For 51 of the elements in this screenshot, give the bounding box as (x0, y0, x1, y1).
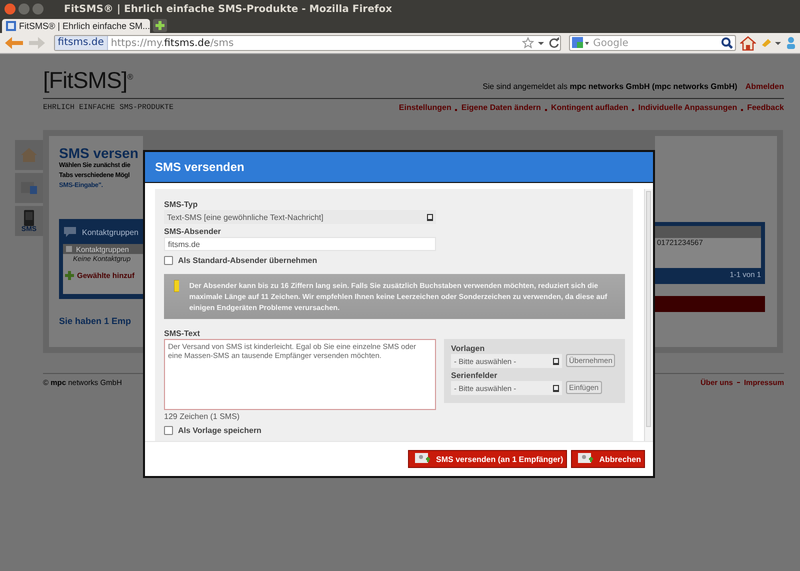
page-heading: SMS versen (59, 145, 140, 161)
window-title: FitSMS® | Ehrlich einfache SMS-Produkte - Mozilla Firefox (64, 4, 392, 14)
recipient-summary: Sie haben 1 Emp (59, 316, 132, 326)
checkbox[interactable] (66, 246, 72, 252)
search-field[interactable]: Google (569, 35, 736, 51)
reload-icon[interactable] (548, 37, 560, 49)
person-add-icon (415, 453, 432, 465)
character-counter: 129 Zeichen (1 SMS) (164, 412, 241, 421)
field-label: SMS-Typ (164, 200, 199, 209)
new-tab-icon[interactable] (153, 19, 167, 32)
field-label: Serienfelder (451, 371, 498, 380)
field-label: Vorlagen (451, 344, 486, 353)
checkbox-label: Als Standard-Absender übernehmen (178, 256, 318, 265)
contact-groups-tab[interactable]: Kontaktgruppen (63, 224, 143, 240)
scrollbar[interactable] (644, 189, 653, 441)
nav-link[interactable]: Kontingent aufladen (550, 103, 628, 112)
plus-icon (65, 271, 74, 280)
nav-link[interactable]: Einstellungen (398, 103, 452, 112)
search-engine-icon[interactable] (572, 37, 590, 49)
star-icon[interactable] (522, 37, 534, 49)
field-label: SMS-Text (164, 329, 201, 338)
home-icon[interactable] (740, 36, 756, 50)
checkbox-label: Als Vorlage speichern (178, 426, 262, 435)
checkbox[interactable] (164, 426, 173, 435)
speech-bubble-icon (63, 226, 77, 238)
login-status: Sie sind angemeldet als mpc networks GmbH (mpc networks GmbH) (482, 82, 738, 91)
sender-input[interactable]: fitsms.de (164, 237, 436, 251)
page-icon (6, 21, 16, 31)
field-label: SMS-Absender (164, 227, 222, 236)
checkbox[interactable] (164, 256, 173, 265)
back-arrow-icon[interactable] (4, 36, 24, 50)
address-card-icon (20, 180, 38, 196)
phone-icon (22, 210, 36, 226)
person-icon[interactable] (786, 36, 796, 50)
dialog-title: SMS versenden (145, 152, 653, 183)
dialog-button[interactable]: Abbrechen (571, 450, 645, 468)
dialog-button[interactable]: SMS versenden (an 1 Empfänger) (408, 450, 568, 468)
house-icon (20, 147, 38, 163)
site-identity-badge[interactable]: fitsms.de (54, 36, 108, 50)
logo[interactable]: [FitSMS]$^{®}$ (43, 67, 133, 94)
nav-link[interactable]: Eigene Daten ändern (461, 103, 541, 112)
extension-icon[interactable] (760, 37, 782, 49)
sms-type-select[interactable]: Text-SMS [eine gewöhnliche Text-Nachricht] (164, 210, 436, 224)
nav-link[interactable]: Feedback (747, 103, 784, 112)
warning-icon (174, 280, 180, 292)
logout-link[interactable]: Abmelden (745, 82, 784, 91)
address-bar[interactable]: fitsms.de https://my.fitsms.de/sms (54, 35, 562, 51)
nav-link[interactable]: Individuelle Anpassungen (638, 103, 738, 112)
search-icon[interactable] (721, 37, 734, 49)
person-add-icon (578, 453, 594, 465)
browser-tab[interactable]: FitSMS® | Ehrlich einfache SM... (2, 19, 150, 33)
